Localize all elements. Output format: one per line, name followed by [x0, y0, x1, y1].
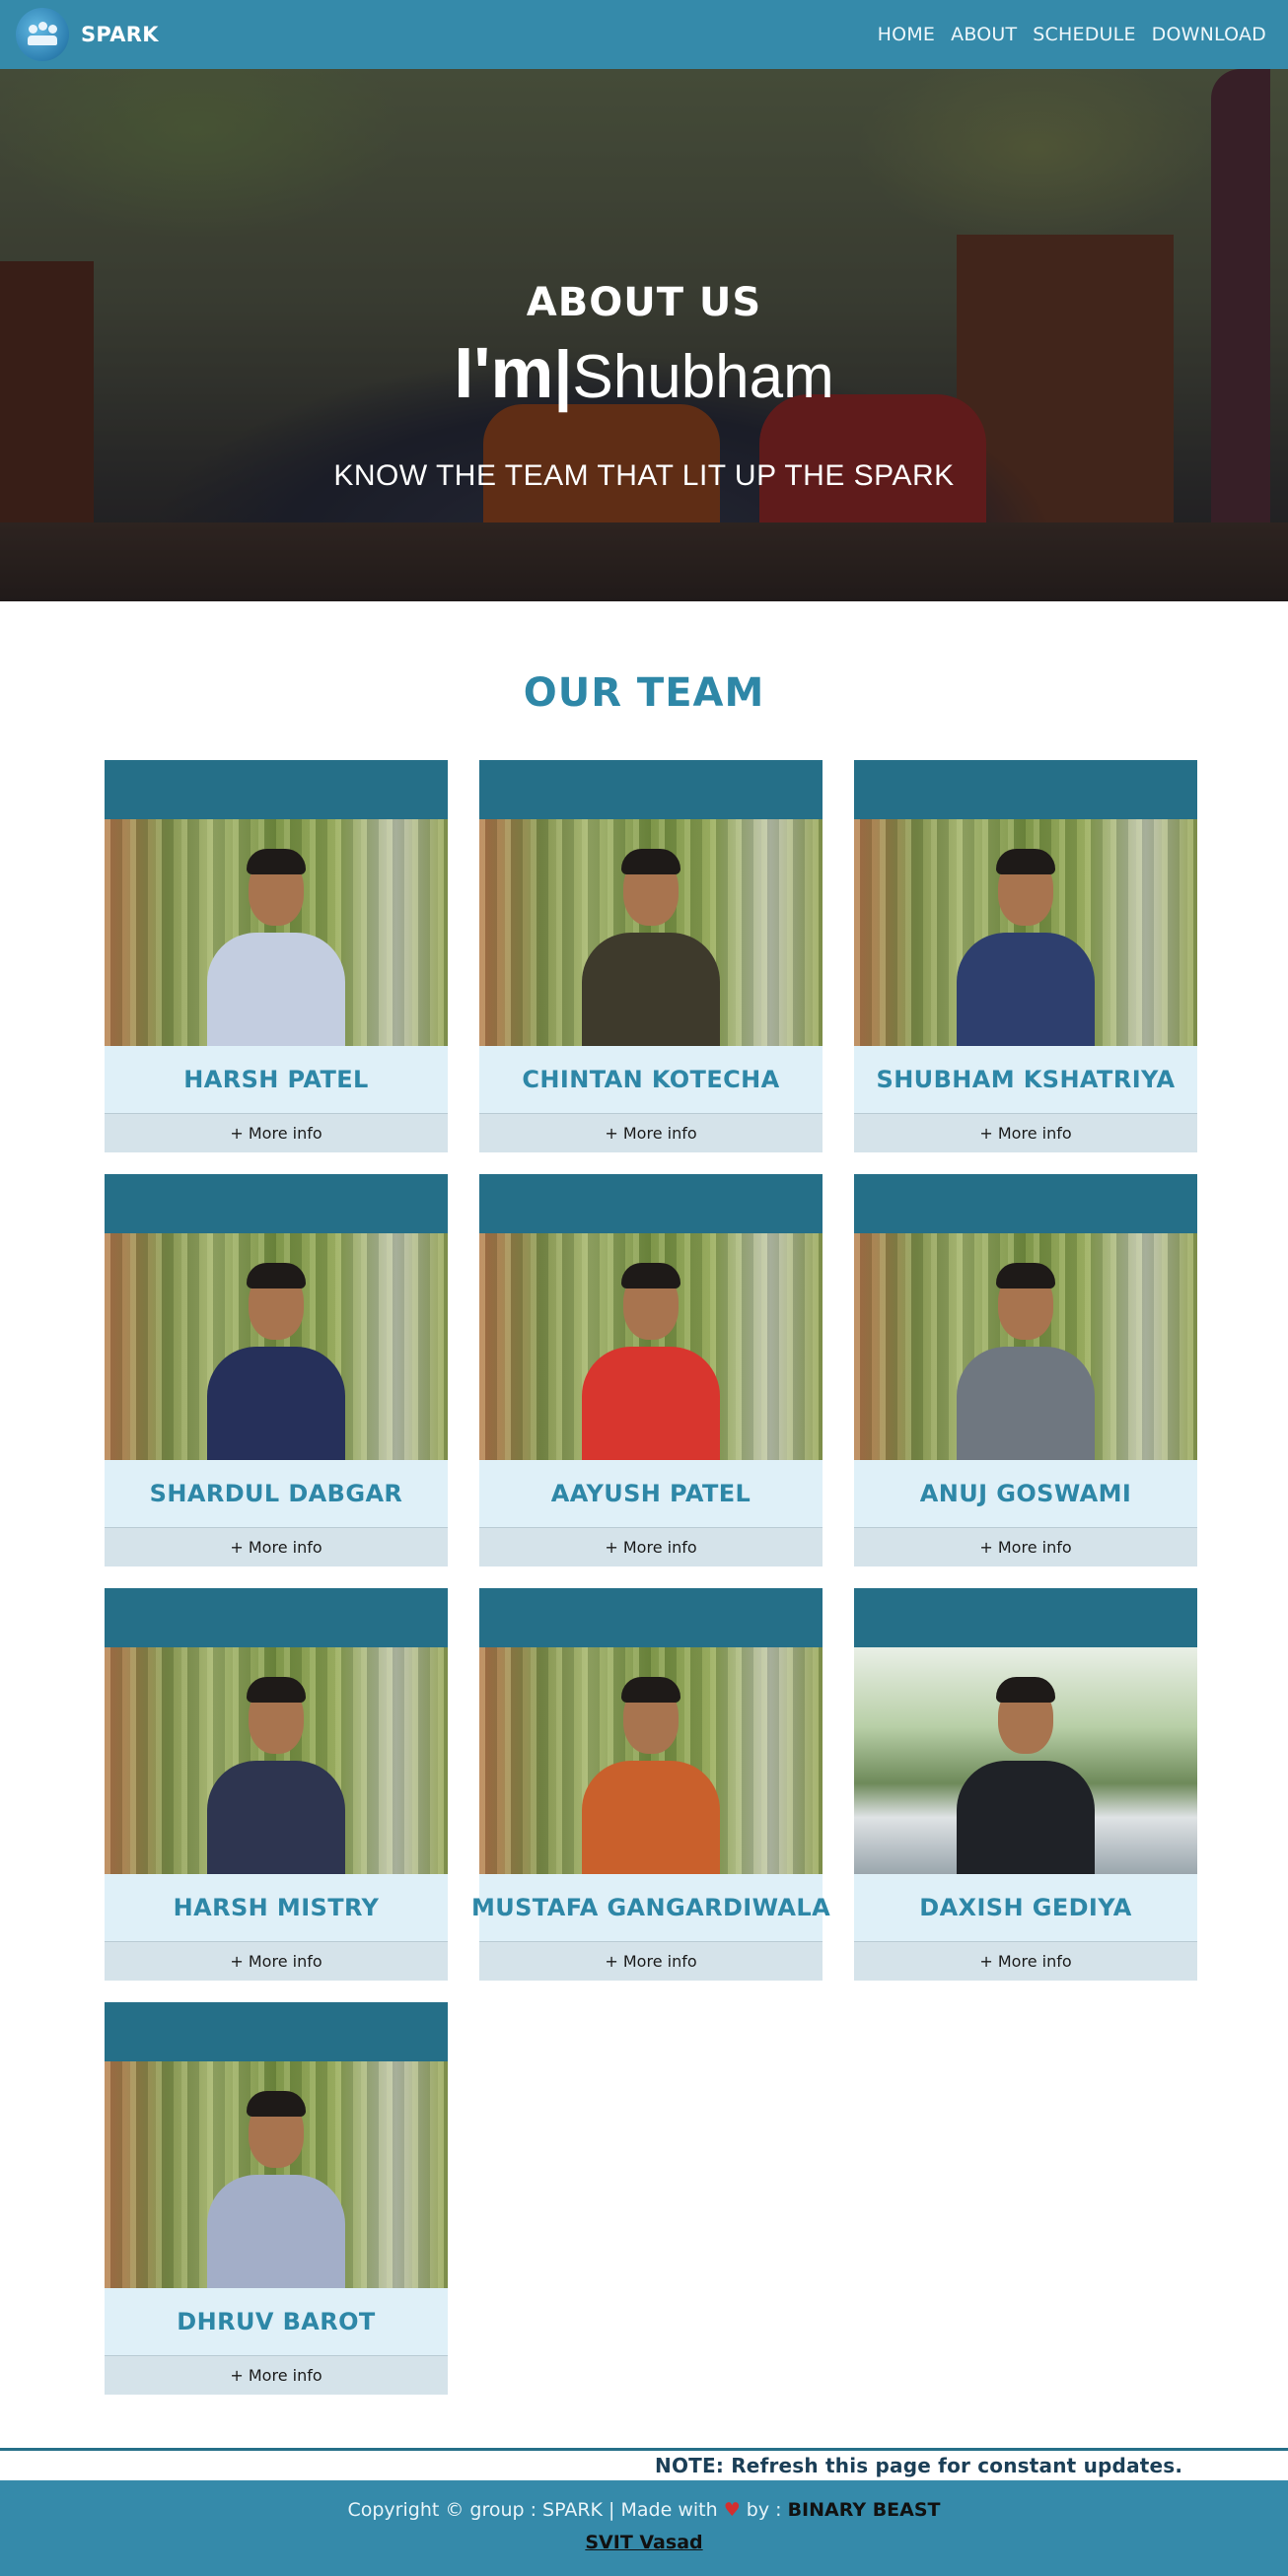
- more-info-button[interactable]: + More info: [854, 1113, 1197, 1152]
- team-card: CHINTAN KOTECHA + More info: [479, 760, 823, 1152]
- member-name-area: MUSTAFA GANGARDIWALA: [471, 1874, 830, 1941]
- footer-college-line: SVIT Vasad: [0, 2532, 1288, 2553]
- member-name: SHUBHAM KSHATRIYA: [876, 1066, 1176, 1093]
- spark-logo-icon: [16, 8, 69, 61]
- member-name-area: CHINTAN KOTECHA: [479, 1046, 823, 1113]
- card-header-bar: [105, 1588, 448, 1647]
- member-name-area: SHUBHAM KSHATRIYA: [854, 1046, 1197, 1113]
- member-name-area: SHARDUL DABGAR: [105, 1460, 448, 1527]
- typed-prefix: I'm: [454, 334, 554, 413]
- member-photo: [105, 2061, 448, 2288]
- team-card: SHUBHAM KSHATRIYA + More info: [854, 760, 1197, 1152]
- typed-cursor: |: [553, 337, 573, 412]
- more-info-button[interactable]: + More info: [854, 1527, 1197, 1566]
- team-card: DAXISH GEDIYA + More info: [854, 1588, 1197, 1981]
- copyright-text: Copyright © group : SPARK | Made with: [347, 2499, 718, 2521]
- card-header-bar: [854, 760, 1197, 819]
- member-photo: [479, 1647, 823, 1874]
- more-info-button[interactable]: + More info: [105, 1941, 448, 1981]
- college-link[interactable]: SVIT Vasad: [585, 2532, 702, 2553]
- member-name-area: DAXISH GEDIYA: [854, 1874, 1197, 1941]
- member-name: DAXISH GEDIYA: [919, 1894, 1132, 1921]
- footer-copyright-line: Copyright © group : SPARK | Made with ♥ …: [0, 2499, 1288, 2521]
- navbar: SPARK HOME ABOUT SCHEDULE DOWNLOAD: [0, 0, 1288, 69]
- nav-link-download[interactable]: DOWNLOAD: [1152, 24, 1266, 45]
- more-info-button[interactable]: + More info: [479, 1527, 823, 1566]
- brand[interactable]: SPARK: [16, 8, 159, 61]
- card-header-bar: [854, 1174, 1197, 1233]
- team-card: HARSH MISTRY + More info: [105, 1588, 448, 1981]
- team-heading: OUR TEAM: [523, 670, 765, 716]
- member-name: DHRUV BAROT: [177, 2308, 376, 2335]
- card-header-bar: [479, 760, 823, 819]
- card-header-bar: [105, 2002, 448, 2061]
- by-text: by :: [746, 2499, 782, 2521]
- team-card: ANUJ GOSWAMI + More info: [854, 1174, 1197, 1566]
- team-card: AAYUSH PATEL + More info: [479, 1174, 823, 1566]
- nav-link-home[interactable]: HOME: [878, 24, 935, 45]
- hero-text: ABOUT US I'm|Shubham KNOW THE TEAM THAT …: [0, 69, 1288, 601]
- more-info-button[interactable]: + More info: [854, 1941, 1197, 1981]
- member-photo: [105, 819, 448, 1046]
- member-name-area: HARSH MISTRY: [105, 1874, 448, 1941]
- member-name-area: ANUJ GOSWAMI: [854, 1460, 1197, 1527]
- more-info-button[interactable]: + More info: [105, 1527, 448, 1566]
- typed-text: I'm|Shubham: [0, 333, 1288, 414]
- footer: Copyright © group : SPARK | Made with ♥ …: [0, 2480, 1288, 2576]
- member-photo: [479, 1233, 823, 1460]
- more-info-button[interactable]: + More info: [479, 1941, 823, 1981]
- member-name: ANUJ GOSWAMI: [919, 1480, 1132, 1507]
- member-name-area: AAYUSH PATEL: [479, 1460, 823, 1527]
- member-photo: [479, 819, 823, 1046]
- member-photo: [105, 1647, 448, 1874]
- member-photo: [854, 1233, 1197, 1460]
- member-name: HARSH PATEL: [183, 1066, 369, 1093]
- hero-subtitle: KNOW THE TEAM THAT LIT UP THE SPARK: [333, 459, 955, 492]
- card-header-bar: [479, 1588, 823, 1647]
- member-photo: [854, 1647, 1197, 1874]
- member-name: HARSH MISTRY: [173, 1894, 380, 1921]
- note-bar: NOTE: Refresh this page for constant upd…: [0, 2451, 1288, 2480]
- team-card: MUSTAFA GANGARDIWALA + More info: [471, 1588, 830, 1981]
- brand-name: SPARK: [81, 23, 159, 46]
- member-photo: [854, 819, 1197, 1046]
- hero-banner: ABOUT US I'm|Shubham KNOW THE TEAM THAT …: [0, 69, 1288, 601]
- member-name: CHINTAN KOTECHA: [522, 1066, 780, 1093]
- card-header-bar: [105, 760, 448, 819]
- card-header-bar: [854, 1588, 1197, 1647]
- nav-link-schedule[interactable]: SCHEDULE: [1033, 24, 1135, 45]
- more-info-button[interactable]: + More info: [479, 1113, 823, 1152]
- refresh-note: NOTE: Refresh this page for constant upd…: [655, 2454, 1183, 2477]
- heart-icon: ♥: [723, 2499, 741, 2521]
- member-photo: [105, 1233, 448, 1460]
- card-header-bar: [479, 1174, 823, 1233]
- team-card: SHARDUL DABGAR + More info: [105, 1174, 448, 1566]
- more-info-button[interactable]: + More info: [105, 2355, 448, 2395]
- nav-links: HOME ABOUT SCHEDULE DOWNLOAD: [878, 24, 1266, 45]
- team-card: HARSH PATEL + More info: [105, 760, 448, 1152]
- hero-title: ABOUT US: [526, 280, 762, 325]
- nav-link-about[interactable]: ABOUT: [951, 24, 1017, 45]
- member-name-area: DHRUV BAROT: [105, 2288, 448, 2355]
- more-info-button[interactable]: + More info: [105, 1113, 448, 1152]
- member-name: MUSTAFA GANGARDIWALA: [470, 1894, 831, 1921]
- typed-word: Shubham: [572, 343, 834, 411]
- team-name: BINARY BEAST: [787, 2499, 941, 2521]
- team-card: DHRUV BAROT + More info: [105, 2002, 448, 2395]
- member-name: AAYUSH PATEL: [550, 1480, 751, 1507]
- member-name-area: HARSH PATEL: [105, 1046, 448, 1113]
- card-header-bar: [105, 1174, 448, 1233]
- member-name: SHARDUL DABGAR: [149, 1480, 403, 1507]
